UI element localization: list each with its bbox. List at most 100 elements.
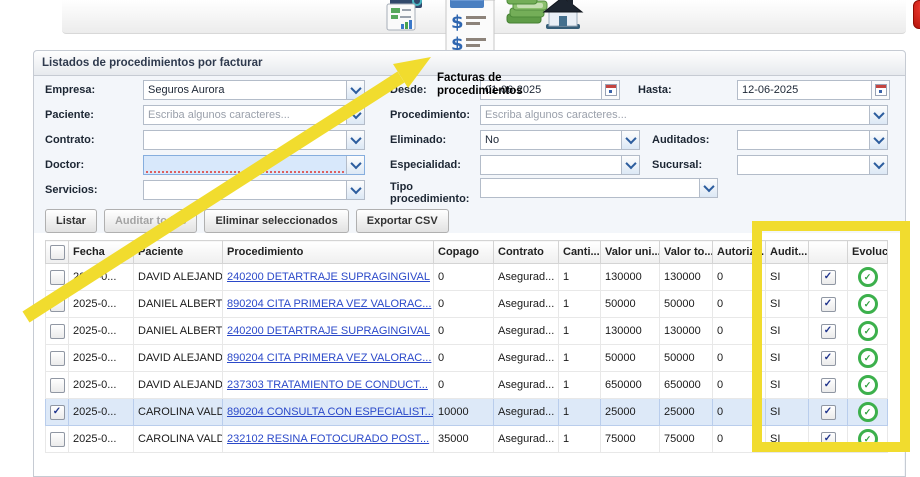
especialidad-label: Especialidad:	[390, 159, 461, 171]
tipo-procedimiento-dropdown-button[interactable]	[699, 179, 717, 197]
procedimiento-link[interactable]: 890204 CITA PRIMERA VEZ VALORAC...	[227, 298, 431, 310]
desde-calendar-button[interactable]	[601, 81, 619, 99]
procedimiento-link[interactable]: 240200 DETARTRAJE SUPRAGINGIVAL	[227, 325, 430, 337]
doctor-value[interactable]	[144, 159, 346, 171]
cell-procedimiento: 890204 CITA PRIMERA VEZ VALORAC...	[223, 291, 434, 318]
col-header-fecha[interactable]: Fecha	[69, 241, 134, 264]
col-header-blank[interactable]	[809, 241, 848, 264]
procedimiento-input[interactable]	[481, 109, 869, 121]
evolucion-icon[interactable]: ✓	[858, 294, 878, 314]
servicios-combobox[interactable]	[143, 180, 365, 200]
contrato-combobox[interactable]	[143, 130, 365, 150]
table-row[interactable]: 2025-0...DANIEL ALBERT...890204 CITA PRI…	[46, 291, 888, 318]
cell-paciente: CAROLINA VALD...	[134, 399, 223, 426]
servicios-dropdown-button[interactable]	[346, 181, 364, 199]
servicios-label: Servicios:	[45, 184, 98, 196]
table-row[interactable]: 2025-0...DANIEL ALBERT...240200 DETARTRA…	[46, 318, 888, 345]
row-select-checkbox[interactable]: ✓	[50, 405, 65, 420]
especialidad-value[interactable]	[481, 159, 621, 171]
evolucion-icon[interactable]: ✓	[858, 402, 878, 422]
especialidad-dropdown-button[interactable]	[621, 156, 639, 174]
table-row[interactable]: ✓2025-0...CAROLINA VALD...890204 CONSULT…	[46, 399, 888, 426]
col-header-canti-[interactable]: Canti...	[559, 241, 601, 264]
hasta-datefield[interactable]	[737, 80, 890, 100]
evolucion-icon[interactable]: ✓	[858, 348, 878, 368]
row-select-checkbox[interactable]	[50, 351, 65, 366]
table-row[interactable]: 2025-0...CAROLINA VALD...232102 RESINA F…	[46, 426, 888, 453]
sucursal-combobox[interactable]	[737, 155, 888, 175]
evolucion-icon[interactable]: ✓	[858, 267, 878, 287]
audit-checkbox[interactable]: ✓	[821, 297, 836, 312]
eliminar-seleccionados-button[interactable]: Eliminar seleccionados	[204, 209, 348, 233]
paciente-input[interactable]	[144, 109, 346, 121]
procedimiento-link[interactable]: 890204 CONSULTA CON ESPECIALIST...	[227, 406, 434, 418]
table-row[interactable]: 2025-0...DAVID ALEJAND...237303 TRATAMIE…	[46, 372, 888, 399]
listar-button[interactable]: Listar	[45, 209, 97, 233]
doctor-combobox[interactable]	[143, 155, 365, 175]
auditados-value[interactable]	[738, 134, 869, 146]
contrato-dropdown-button[interactable]	[346, 131, 364, 149]
audit-checkbox[interactable]: ✓	[821, 351, 836, 366]
audit-checkbox[interactable]: ✓	[821, 270, 836, 285]
procedimiento-link[interactable]: 232102 RESINA FOTOCURADO POST...	[227, 433, 429, 445]
row-select-checkbox[interactable]	[50, 324, 65, 339]
tipo-procedimiento-value[interactable]	[481, 182, 699, 194]
cell-autorizacion: 0	[713, 372, 766, 399]
exportar-csv-button[interactable]: Exportar CSV	[356, 209, 449, 233]
paciente-dropdown-button[interactable]	[346, 106, 364, 124]
row-select-checkbox[interactable]	[50, 378, 65, 393]
row-select-cell	[46, 318, 69, 345]
col-header-valor-to-[interactable]: Valor to...	[660, 241, 713, 264]
col-header-autoriz-[interactable]: Autoriz...	[713, 241, 766, 264]
tipo-procedimiento-combobox[interactable]	[480, 178, 718, 198]
auditados-dropdown-button[interactable]	[869, 131, 887, 149]
row-select-checkbox[interactable]	[50, 432, 65, 447]
row-select-checkbox[interactable]	[50, 270, 65, 285]
doctor-dropdown-button[interactable]	[346, 156, 364, 174]
auditados-combobox[interactable]	[737, 130, 888, 150]
evolucion-icon[interactable]: ✓	[858, 321, 878, 341]
hasta-value[interactable]	[738, 84, 871, 96]
evolucion-icon[interactable]: ✓	[858, 375, 878, 395]
sucursal-value[interactable]	[738, 159, 869, 171]
home-icon[interactable]	[540, 0, 586, 32]
audit-checkbox[interactable]: ✓	[821, 432, 836, 447]
procedimiento-link[interactable]: 237303 TRATAMIENTO DE CONDUCT...	[227, 379, 428, 391]
hasta-calendar-button[interactable]	[871, 81, 889, 99]
eliminado-value[interactable]	[481, 134, 621, 146]
col-header-audit-[interactable]: Audit...	[766, 241, 809, 264]
eliminado-combobox[interactable]	[480, 130, 640, 150]
audit-checkbox[interactable]: ✓	[821, 324, 836, 339]
procedimiento-dropdown-button[interactable]	[869, 106, 887, 124]
col-header-contrato[interactable]: Contrato	[494, 241, 559, 264]
col-header-valor-uni-[interactable]: Valor uni...	[601, 241, 660, 264]
select-all-header[interactable]	[46, 241, 69, 264]
audit-checkbox[interactable]: ✓	[821, 378, 836, 393]
procedimiento-link[interactable]: 890204 CITA PRIMERA VEZ VALORAC...	[227, 352, 431, 364]
evolucion-icon[interactable]: ✓	[858, 429, 878, 449]
audit-checkbox[interactable]: ✓	[821, 405, 836, 420]
col-header-evoluci-n[interactable]: Evolución	[848, 241, 888, 264]
especialidad-combobox[interactable]	[480, 155, 640, 175]
empresa-combobox[interactable]	[143, 80, 365, 100]
select-all-checkbox[interactable]	[50, 245, 65, 260]
col-header-copago[interactable]: Copago	[434, 241, 494, 264]
empresa-value[interactable]	[144, 84, 346, 96]
power-button[interactable]	[913, 0, 920, 29]
rips-report-icon[interactable]	[384, 0, 430, 32]
eliminado-dropdown-button[interactable]	[621, 131, 639, 149]
cell-procedimiento: 890204 CITA PRIMERA VEZ VALORAC...	[223, 345, 434, 372]
empresa-dropdown-button[interactable]	[346, 81, 364, 99]
col-header-paciente[interactable]: Paciente	[134, 241, 223, 264]
row-select-checkbox[interactable]	[50, 297, 65, 312]
contrato-value[interactable]	[144, 134, 346, 146]
procedimiento-combobox[interactable]	[480, 105, 888, 125]
paciente-combobox[interactable]	[143, 105, 365, 125]
audit-check-cell: ✓	[809, 399, 848, 426]
table-row[interactable]: 2025-0...DAVID ALEJAND...890204 CITA PRI…	[46, 345, 888, 372]
procedimiento-link[interactable]: 240200 DETARTRAJE SUPRAGINGIVAL	[227, 271, 430, 283]
servicios-value[interactable]	[144, 184, 346, 196]
col-header-procedimiento[interactable]: Procedimiento	[223, 241, 434, 264]
sucursal-dropdown-button[interactable]	[869, 156, 887, 174]
table-row[interactable]: 2025-0...DAVID ALEJAND...240200 DETARTRA…	[46, 264, 888, 291]
